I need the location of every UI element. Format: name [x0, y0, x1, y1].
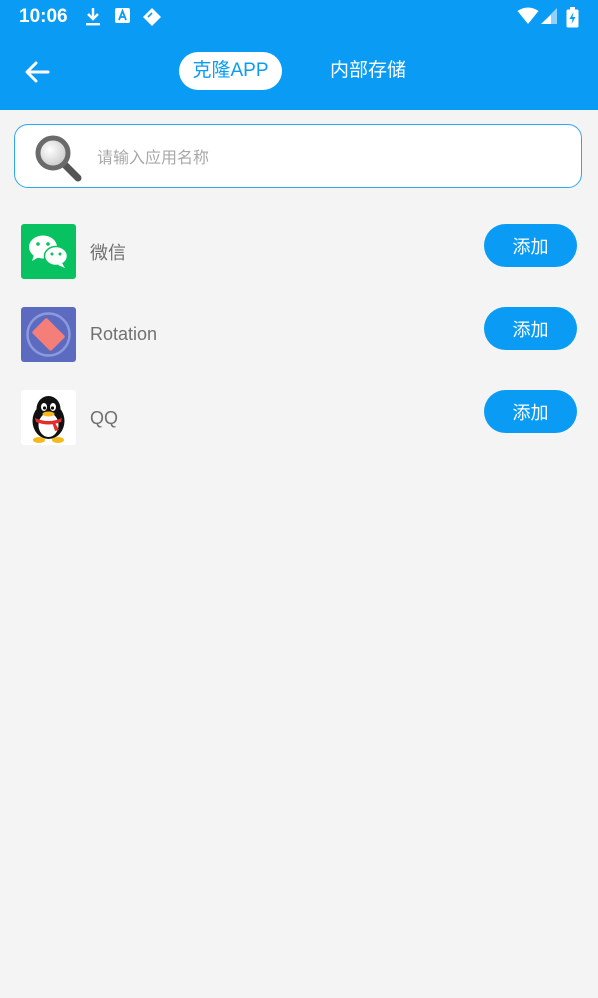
battery-charging-icon — [566, 7, 579, 28]
list-item: Rotation 添加 — [0, 307, 598, 377]
qq-icon — [21, 390, 76, 445]
app-bar: 克隆APP 内部存储 — [0, 34, 598, 110]
add-button[interactable]: 添加 — [484, 307, 577, 350]
add-button[interactable]: 添加 — [484, 224, 577, 267]
status-time: 10:06 — [19, 6, 68, 27]
signal-icon — [541, 8, 557, 24]
back-arrow-icon[interactable] — [22, 56, 54, 88]
tab-clone-app[interactable]: 克隆APP — [179, 52, 282, 90]
list-item: 微信 添加 — [0, 224, 598, 294]
download-icon — [86, 8, 100, 26]
magnifier-icon — [35, 135, 82, 182]
rotation-icon — [21, 307, 76, 362]
app-name: QQ — [90, 408, 119, 428]
list-item: QQ 添加 — [0, 389, 598, 459]
search-input[interactable] — [95, 141, 559, 173]
tag-icon — [143, 8, 161, 26]
font-app-icon — [115, 8, 130, 23]
wifi-icon — [517, 7, 539, 24]
app-name: 微信 — [90, 243, 126, 263]
tab-internal-storage[interactable]: 内部存储 — [316, 52, 420, 90]
status-bar: 10:06 — [0, 0, 598, 34]
search-box — [14, 124, 582, 188]
add-button[interactable]: 添加 — [484, 390, 577, 433]
app-name: Rotation — [90, 324, 158, 344]
wechat-icon — [21, 224, 76, 279]
